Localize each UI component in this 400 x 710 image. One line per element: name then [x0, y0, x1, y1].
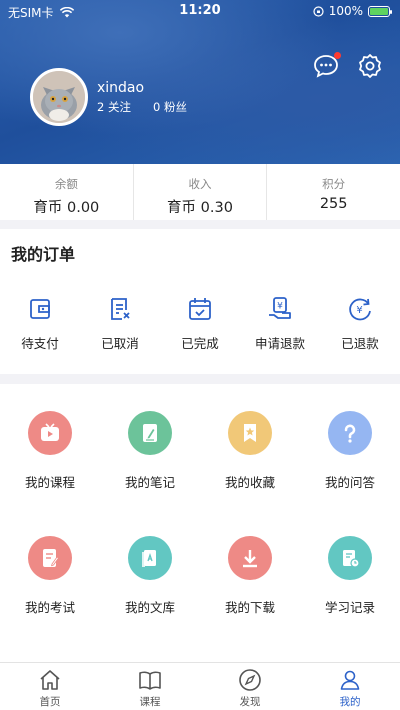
grid-label: 我的问答	[324, 475, 375, 490]
tab-courses[interactable]: 课程	[100, 663, 200, 710]
battery-percent: 100%	[328, 4, 363, 18]
order-pending-payment[interactable]: 待支付	[0, 295, 80, 352]
profile-header: 无SIM卡 11:20 100% xindao 2 关注 0 粉丝	[0, 0, 400, 164]
grid-label: 我的下载	[224, 600, 275, 615]
stat-label: 余额	[54, 177, 78, 191]
tab-label: 我的	[339, 696, 361, 708]
my-courses-item[interactable]: 我的课程	[0, 411, 100, 491]
following-count[interactable]: 2 关注	[97, 99, 131, 115]
refund-request-icon: ¥	[269, 297, 291, 319]
balance-stat[interactable]: 余额 育币 0.00	[0, 164, 133, 220]
order-refunded[interactable]: ¥ 已退款	[320, 295, 400, 352]
my-favorites-item[interactable]: 我的收藏	[200, 411, 300, 491]
notification-dot	[334, 52, 341, 59]
order-label: 已取消	[101, 336, 139, 351]
library-book-icon	[128, 536, 172, 580]
order-label: 申请退款	[254, 336, 305, 351]
study-record-item[interactable]: 学习记录	[300, 536, 400, 616]
feature-grid: 我的课程 我的笔记 我的收藏 我的问答 我的考试 我的文库 我的下载 学习记录	[0, 384, 400, 662]
study-record-icon	[328, 536, 372, 580]
my-qa-item[interactable]: 我的问答	[300, 411, 400, 491]
my-exams-item[interactable]: 我的考试	[0, 536, 100, 616]
points-stat[interactable]: 积分 255	[266, 164, 400, 220]
order-label: 待支付	[21, 336, 59, 351]
wallet-icon	[30, 299, 50, 319]
exam-paper-icon	[28, 536, 72, 580]
question-icon	[328, 411, 372, 455]
stat-value: 育币 0.30	[167, 200, 233, 216]
tab-label: 发现	[239, 696, 261, 708]
stat-value: 255	[319, 196, 348, 212]
compass-icon	[239, 669, 261, 691]
bookmark-star-icon	[228, 411, 272, 455]
stat-label: 收入	[188, 177, 212, 191]
stat-label: 积分	[322, 177, 346, 191]
my-orders-section: 我的订单 待支付 已取消 已完成 ¥ 申请退款 ¥ 已退款	[0, 229, 400, 374]
svg-text:¥: ¥	[356, 305, 362, 316]
cat-avatar-image	[33, 71, 85, 123]
order-label: 已退款	[341, 336, 379, 351]
my-notes-item[interactable]: 我的笔记	[100, 411, 200, 491]
tab-label: 课程	[139, 696, 161, 708]
user-icon	[340, 670, 360, 690]
cancelled-doc-icon	[111, 298, 130, 320]
tab-mine[interactable]: 我的	[300, 663, 400, 710]
stat-value: 育币 0.00	[33, 200, 100, 216]
note-pen-icon	[128, 411, 172, 455]
order-cancelled[interactable]: 已取消	[80, 295, 160, 352]
account-stats: 余额 育币 0.00 收入 育币 0.30 积分 255	[0, 164, 400, 220]
bottom-tab-bar: 首页 课程 发现 我的	[0, 662, 400, 710]
tab-home[interactable]: 首页	[0, 663, 100, 710]
username[interactable]: xindao	[97, 80, 144, 96]
orientation-lock-icon	[313, 5, 324, 17]
follow-stats: 2 关注 0 粉丝	[97, 99, 187, 115]
battery-icon	[368, 5, 392, 17]
my-downloads-item[interactable]: 我的下载	[200, 536, 300, 616]
grid-label: 学习记录	[324, 600, 375, 615]
avatar[interactable]	[30, 68, 88, 126]
grid-label: 我的课程	[24, 475, 75, 490]
download-icon	[228, 536, 272, 580]
section-title: 我的订单	[11, 245, 76, 264]
status-bar: 无SIM卡 11:20 100%	[0, 0, 400, 22]
order-refund-request[interactable]: ¥ 申请退款	[240, 295, 320, 352]
fans-count[interactable]: 0 粉丝	[153, 99, 187, 115]
svg-text:¥: ¥	[277, 302, 283, 312]
home-icon	[40, 670, 60, 690]
book-icon	[139, 671, 161, 690]
tab-discover[interactable]: 发现	[200, 663, 300, 710]
message-button[interactable]	[313, 52, 341, 79]
gear-icon	[359, 54, 381, 78]
grid-label: 我的收藏	[224, 475, 275, 490]
refunded-icon: ¥	[349, 298, 371, 321]
tab-label: 首页	[39, 696, 61, 708]
settings-button[interactable]	[357, 53, 383, 79]
grid-label: 我的笔记	[124, 475, 175, 490]
grid-label: 我的文库	[124, 600, 175, 615]
my-library-item[interactable]: 我的文库	[100, 536, 200, 616]
tv-play-icon	[28, 411, 72, 455]
order-completed[interactable]: 已完成	[160, 295, 240, 352]
grid-label: 我的考试	[24, 600, 75, 615]
income-stat[interactable]: 收入 育币 0.30	[132, 164, 267, 220]
calendar-check-icon	[189, 298, 211, 320]
order-label: 已完成	[181, 336, 219, 351]
